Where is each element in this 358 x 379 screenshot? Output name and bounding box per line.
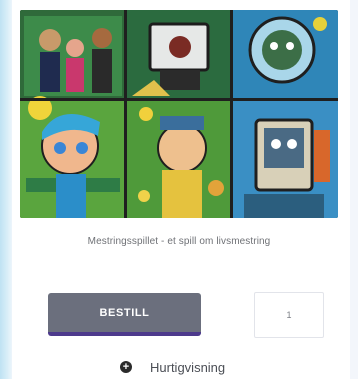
quickview-label: Hurtigvisning	[150, 359, 226, 375]
order-button[interactable]: BESTILL	[48, 293, 201, 336]
product-image[interactable]	[20, 10, 338, 218]
artwork-illustration	[20, 10, 338, 218]
quantity-input[interactable]	[254, 292, 324, 338]
plus-circle-icon: +	[120, 361, 132, 373]
product-title[interactable]: Mestringsspillet - et spill om livsmestr…	[20, 236, 338, 247]
quickview-link[interactable]: + Hurtigvisning	[120, 356, 225, 378]
left-edge-background	[0, 0, 12, 379]
